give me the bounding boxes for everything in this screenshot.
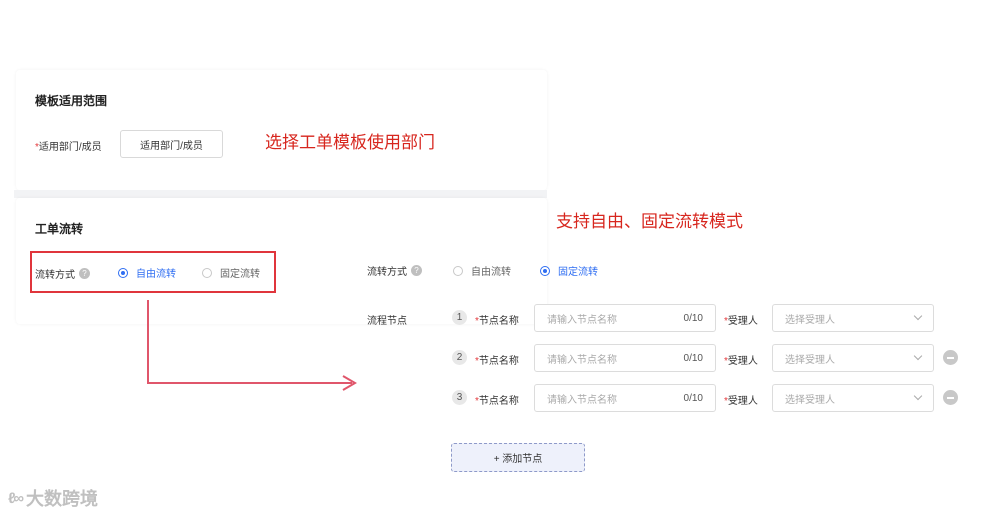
assignee-label: *受理人 <box>724 316 758 327</box>
assignee-select[interactable]: 选择受理人 <box>772 304 934 332</box>
node-name-placeholder: 请输入节点名称 <box>547 354 617 366</box>
assignee-label: *受理人 <box>724 396 758 407</box>
radio-fixed-label-right: 固定流转 <box>558 267 598 278</box>
node-name-input[interactable]: 请输入节点名称 0/10 <box>534 344 716 372</box>
node-name-label: *节点名称 <box>475 356 519 367</box>
pointer-arrow <box>147 300 357 391</box>
process-nodes-label: 流程节点 <box>367 316 407 327</box>
assignee-select[interactable]: 选择受理人 <box>772 344 934 372</box>
node-number: 3 <box>452 390 467 405</box>
node-name-input[interactable]: 请输入节点名称 0/10 <box>534 304 716 332</box>
assignee-select[interactable]: 选择受理人 <box>772 384 934 412</box>
char-count: 0/10 <box>683 312 703 324</box>
node-name-label: *节点名称 <box>475 316 519 327</box>
assignee-placeholder: 选择受理人 <box>785 354 835 366</box>
assignee-placeholder: 选择受理人 <box>785 314 835 326</box>
remove-node-icon[interactable] <box>943 390 958 405</box>
help-icon[interactable]: ? <box>411 265 422 276</box>
radio-selected-icon <box>540 265 550 276</box>
flow-mode-row-right: 流转方式 ? <box>367 263 422 278</box>
char-count: 0/10 <box>683 352 703 364</box>
flow-mode-label-right: 流转方式 <box>367 267 407 278</box>
node-number: 2 <box>452 350 467 365</box>
logo-icon: ℓ∞ <box>8 489 24 507</box>
assignee-label: *受理人 <box>724 356 758 367</box>
brand-name: 大数跨境 <box>26 489 99 509</box>
node-name-placeholder: 请输入节点名称 <box>547 394 617 406</box>
remove-node-icon[interactable] <box>943 350 958 365</box>
node-name-placeholder: 请输入节点名称 <box>547 314 617 326</box>
add-node-button[interactable]: + 添加节点 <box>451 443 585 472</box>
char-count: 0/10 <box>683 392 703 404</box>
radio-free-flow-right[interactable]: 自由流转 <box>453 263 511 278</box>
node-name-label: *节点名称 <box>475 396 519 407</box>
node-name-input[interactable]: 请输入节点名称 0/10 <box>534 384 716 412</box>
radio-free-label-right: 自由流转 <box>471 267 511 278</box>
node-number: 1 <box>452 310 467 325</box>
assignee-placeholder: 选择受理人 <box>785 394 835 406</box>
chevron-down-icon <box>913 391 923 401</box>
radio-fixed-flow-right[interactable]: 固定流转 <box>540 263 598 278</box>
chevron-down-icon <box>913 351 923 361</box>
brand-logo: ℓ∞ 大数跨境 <box>8 485 98 511</box>
chevron-down-icon <box>913 311 923 321</box>
radio-unselected-icon <box>453 265 463 276</box>
